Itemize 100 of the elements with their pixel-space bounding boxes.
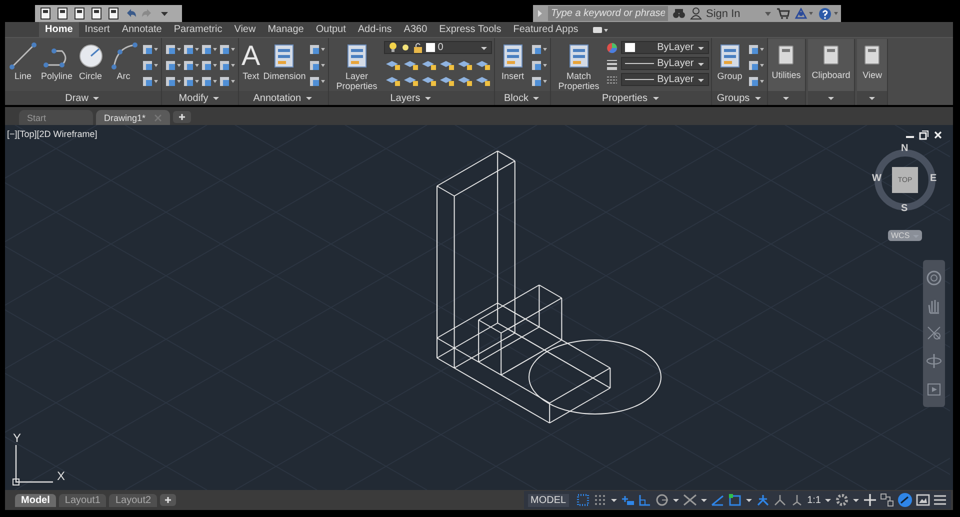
sign-in-link[interactable]: Sign In bbox=[706, 8, 760, 20]
layer-tool-icon[interactable] bbox=[402, 58, 420, 71]
caret-icon[interactable] bbox=[424, 95, 432, 101]
property-dropdown[interactable]: ByLayer bbox=[620, 41, 709, 54]
caret-icon[interactable] bbox=[696, 60, 705, 66]
ribbon-tab[interactable]: A360 bbox=[398, 22, 434, 37]
color-swatch-icon[interactable] bbox=[424, 42, 435, 53]
ribbon-tool-button[interactable]: Group bbox=[714, 41, 746, 81]
small-tool-icon[interactable] bbox=[182, 43, 200, 56]
isolate-objects-icon[interactable] bbox=[897, 492, 913, 508]
small-tool-icon[interactable] bbox=[164, 59, 182, 72]
dynamic-input-icon[interactable] bbox=[621, 493, 636, 507]
caret-icon[interactable] bbox=[652, 95, 660, 101]
layer-tool-icon[interactable] bbox=[474, 58, 492, 71]
small-tool-icon[interactable] bbox=[164, 43, 182, 56]
property-dropdown[interactable]: ByLayer bbox=[620, 57, 709, 70]
user-icon[interactable] bbox=[690, 7, 702, 20]
ribbon-tool-button[interactable]: Insert bbox=[496, 41, 529, 81]
ribbon-tab[interactable]: View bbox=[228, 22, 262, 37]
compass-direction-label[interactable]: N bbox=[901, 143, 908, 154]
small-tool-icon[interactable] bbox=[140, 75, 159, 88]
ribbon-tool-button[interactable]: Line bbox=[7, 41, 39, 81]
sun-icon[interactable] bbox=[400, 42, 411, 53]
caret-icon[interactable] bbox=[305, 95, 314, 101]
model-space-button[interactable]: MODEL bbox=[528, 494, 570, 506]
ribbon-tool-button[interactable]: A Text bbox=[240, 41, 262, 81]
grid-icon[interactable] bbox=[576, 493, 590, 507]
compass-direction-label[interactable]: S bbox=[901, 203, 908, 214]
small-tool-icon[interactable] bbox=[200, 75, 218, 88]
small-tool-icon[interactable] bbox=[530, 75, 548, 88]
object-snap-icon[interactable] bbox=[728, 493, 742, 507]
small-tool-icon[interactable] bbox=[182, 59, 200, 72]
network-icon[interactable] bbox=[794, 7, 814, 20]
caret-icon[interactable] bbox=[480, 44, 488, 50]
caret-icon[interactable] bbox=[696, 44, 705, 50]
viewport-controls-label[interactable]: [−][Top][2D Wireframe] bbox=[7, 129, 98, 139]
caret-icon[interactable] bbox=[700, 497, 708, 503]
small-tool-icon[interactable] bbox=[200, 43, 218, 56]
annotation-visibility-icon[interactable] bbox=[756, 493, 770, 507]
hardware-acceleration-icon[interactable] bbox=[880, 493, 894, 507]
caret-icon[interactable] bbox=[782, 95, 790, 101]
small-tool-icon[interactable] bbox=[746, 43, 765, 56]
help-icon[interactable] bbox=[818, 6, 840, 20]
caret-icon[interactable] bbox=[672, 497, 680, 503]
ribbon-tool-button[interactable]: Polyline bbox=[40, 41, 74, 81]
small-tool-icon[interactable] bbox=[308, 75, 326, 88]
compass-direction-label[interactable]: E bbox=[930, 173, 937, 184]
ribbon-tab[interactable]: Express Tools bbox=[433, 22, 508, 37]
small-tool-icon[interactable] bbox=[182, 75, 200, 88]
layer-dropdown[interactable]: 0 bbox=[384, 41, 492, 54]
caret-icon[interactable] bbox=[696, 76, 705, 82]
caret-icon[interactable] bbox=[852, 497, 860, 503]
small-tool-icon[interactable] bbox=[140, 59, 159, 72]
ribbon-tab[interactable]: Insert bbox=[78, 22, 116, 37]
document-tab[interactable]: Drawing1* bbox=[96, 110, 170, 125]
toolbar-file-icon[interactable] bbox=[56, 7, 69, 20]
small-tool-icon[interactable] bbox=[218, 75, 236, 88]
hand-icon[interactable] bbox=[926, 298, 942, 314]
small-tool-icon[interactable] bbox=[200, 59, 218, 72]
toolbar-file-icon[interactable] bbox=[90, 7, 103, 20]
layer-tool-icon[interactable] bbox=[456, 58, 474, 71]
ribbon-panel-button[interactable]: View bbox=[859, 42, 886, 80]
layout-tab[interactable]: Model bbox=[15, 494, 56, 506]
gear-icon[interactable] bbox=[835, 493, 849, 507]
ribbon-tool-button[interactable]: Circle bbox=[74, 41, 107, 81]
binoculars-icon[interactable] bbox=[672, 7, 686, 20]
layer-tool-icon[interactable] bbox=[420, 58, 438, 71]
ribbon-tab[interactable]: Manage bbox=[262, 22, 310, 37]
polar-tracking-icon[interactable] bbox=[655, 493, 670, 507]
snap-dots-icon[interactable] bbox=[593, 493, 608, 507]
plus-icon[interactable] bbox=[160, 494, 176, 506]
ribbon-tool-button[interactable]: Match Properties bbox=[552, 41, 605, 91]
plus-icon[interactable] bbox=[173, 111, 191, 123]
small-tool-icon[interactable] bbox=[746, 75, 765, 88]
ribbon-tool-button[interactable]: Dimension bbox=[262, 41, 307, 81]
toolbar-file-icon[interactable] bbox=[73, 7, 86, 20]
layer-tool-icon[interactable] bbox=[438, 58, 456, 71]
ribbon-panel-button[interactable]: Utilities bbox=[770, 42, 803, 80]
ribbon-tool-button[interactable]: Arc bbox=[108, 41, 140, 81]
caret-icon[interactable] bbox=[610, 497, 618, 503]
small-tool-icon[interactable] bbox=[530, 43, 548, 56]
small-tool-icon[interactable] bbox=[218, 59, 236, 72]
plus-icon[interactable] bbox=[863, 493, 877, 507]
compass-direction-label[interactable]: W bbox=[872, 173, 882, 184]
layer-tool-icon[interactable] bbox=[402, 74, 420, 87]
padlock-icon[interactable] bbox=[412, 42, 423, 53]
lightbulb-icon[interactable] bbox=[388, 42, 398, 53]
property-dropdown[interactable]: ByLayer bbox=[620, 73, 709, 86]
layer-tool-icon[interactable] bbox=[456, 74, 474, 87]
steering-wheel-icon[interactable] bbox=[926, 270, 942, 286]
panel-title[interactable]: Layers bbox=[390, 92, 420, 104]
small-tool-icon[interactable] bbox=[140, 43, 159, 56]
small-tool-icon[interactable] bbox=[530, 59, 548, 72]
cart-icon[interactable] bbox=[776, 7, 790, 20]
caret-icon[interactable] bbox=[868, 95, 876, 101]
layout-tab[interactable]: Layout2 bbox=[109, 494, 158, 506]
caret-icon[interactable] bbox=[532, 95, 540, 101]
caret-icon[interactable] bbox=[745, 497, 754, 503]
autoscale-icon[interactable] bbox=[773, 493, 788, 507]
layout-tab[interactable]: Layout1 bbox=[58, 494, 106, 506]
